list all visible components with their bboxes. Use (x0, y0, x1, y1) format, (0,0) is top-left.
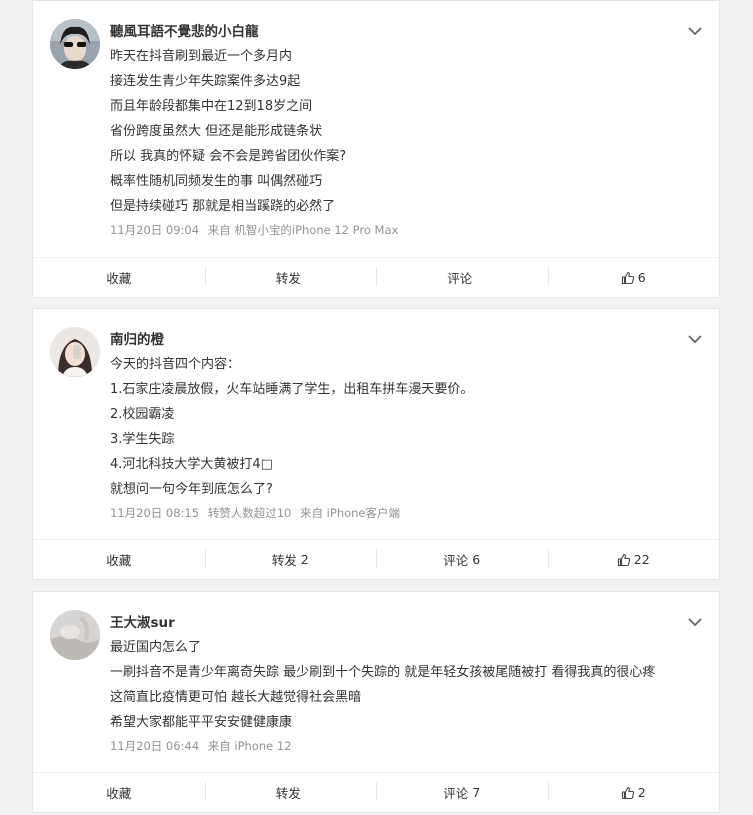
favorite-button[interactable]: 收藏 (33, 540, 205, 579)
avatar[interactable] (50, 19, 100, 69)
timestamp: 11月20日 09:04 (110, 223, 200, 237)
repost-button[interactable]: 转发 (204, 258, 377, 297)
comment-button[interactable]: 评论 7 (376, 773, 548, 812)
comment-meta: 11月20日 09:04 来自 机智小宝的iPhone 12 Pro Max (110, 222, 403, 238)
comment-text: 今天的抖音四个内容： 1.石家庄凌晨放假，火车站睡满了学生，出租车拼车漫天要价。… (110, 352, 709, 502)
user-name[interactable]: 王大淑sur (110, 611, 175, 631)
like-button[interactable]: 6 (547, 258, 720, 297)
comment-button[interactable]: 评论 6 (376, 540, 548, 579)
text-line: 接连发生青少年失踪案件多达9起 (110, 74, 301, 89)
text-line: 2.校园霸凌 (110, 407, 175, 422)
action-bar: 收藏 转发 评论 7 2 (33, 772, 719, 812)
like-count: 6 (637, 270, 646, 285)
avatar[interactable] (50, 610, 100, 660)
text-line: 省份跨度虽然大 但还是能形成链条状 (110, 124, 323, 139)
text-line: 所以 我真的怀疑 会不会是跨省团伙作案? (110, 149, 347, 164)
thumbs-up-icon (621, 786, 635, 800)
source: 来自 iPhone 12 (207, 739, 292, 753)
like-button[interactable]: 22 (547, 540, 720, 579)
chevron-down-icon[interactable] (687, 613, 703, 627)
source: 来自 iPhone客户端 (300, 506, 401, 520)
comment-body: 南归的橙 今天的抖音四个内容： 1.石家庄凌晨放假，火车站睡满了学生，出租车拼车… (33, 309, 719, 541)
like-button[interactable]: 2 (547, 773, 720, 812)
text-line: 1.石家庄凌晨放假，火车站睡满了学生，出租车拼车漫天要价。 (110, 382, 474, 397)
text-line: 一刷抖音不是青少年离奇失踪 最少刷到十个失踪的 就是年轻女孩被尾随被打 看得我真… (110, 665, 656, 680)
text-line: 而且年龄段都集中在12到18岁之间 (110, 99, 313, 114)
action-bar: 收藏 转发 2 评论 6 22 (33, 539, 719, 579)
comment-button[interactable]: 评论 (376, 258, 548, 297)
text-line: 就想问一句今年到底怎么了? (110, 482, 273, 497)
comment-feed: 聽風耳語不覺悲的小白龍 昨天在抖音刷到最近一个多月内 接连发生青少年失踪案件多达… (0, 0, 753, 815)
source: 来自 机智小宝的iPhone 12 Pro Max (207, 223, 399, 237)
comment-card: 聽風耳語不覺悲的小白龍 昨天在抖音刷到最近一个多月内 接连发生青少年失踪案件多达… (32, 0, 720, 298)
user-name[interactable]: 南归的橙 (110, 328, 164, 348)
timestamp: 11月20日 06:44 (110, 739, 200, 753)
comment-meta: 11月20日 08:15 转赞人数超过10 来自 iPhone客户端 (110, 505, 405, 521)
like-count: 2 (637, 785, 646, 800)
chevron-down-icon[interactable] (687, 22, 703, 36)
action-bar: 收藏 转发 评论 6 (33, 257, 719, 297)
comment-text: 最近国内怎么了 一刷抖音不是青少年离奇失踪 最少刷到十个失踪的 就是年轻女孩被尾… (110, 635, 709, 735)
text-line: 4.河北科技大学大黄被打4□ (110, 457, 273, 472)
text-line: 希望大家都能平平安安健健康康 (110, 715, 293, 730)
text-line: 但是持续碰巧 那就是相当蹊跷的必然了 (110, 199, 336, 214)
comment-card: 南归的橙 今天的抖音四个内容： 1.石家庄凌晨放假，火车站睡满了学生，出租车拼车… (32, 308, 720, 580)
repost-note: 转赞人数超过10 (207, 506, 292, 520)
like-count: 22 (633, 552, 650, 567)
text-line: 昨天在抖音刷到最近一个多月内 (110, 49, 293, 64)
comment-body: 王大淑sur 最近国内怎么了 一刷抖音不是青少年离奇失踪 最少刷到十个失踪的 就… (33, 592, 719, 774)
favorite-button[interactable]: 收藏 (33, 258, 205, 297)
thumbs-up-icon (621, 271, 635, 285)
text-line: 3.学生失踪 (110, 432, 175, 447)
favorite-button[interactable]: 收藏 (33, 773, 205, 812)
text-line: 今天的抖音四个内容： (110, 357, 241, 372)
text-line: 这简直比疫情更可怕 越长大越觉得社会黑暗 (110, 690, 362, 705)
comment-text: 昨天在抖音刷到最近一个多月内 接连发生青少年失踪案件多达9起 而且年龄段都集中在… (110, 44, 709, 219)
user-name[interactable]: 聽風耳語不覺悲的小白龍 (110, 20, 259, 40)
chevron-down-icon[interactable] (687, 330, 703, 344)
comment-card: 王大淑sur 最近国内怎么了 一刷抖音不是青少年离奇失踪 最少刷到十个失踪的 就… (32, 591, 720, 813)
comment-body: 聽風耳語不覺悲的小白龍 昨天在抖音刷到最近一个多月内 接连发生青少年失踪案件多达… (33, 1, 719, 259)
avatar[interactable] (50, 327, 100, 377)
text-line: 最近国内怎么了 (110, 640, 202, 655)
comment-meta: 11月20日 06:44 来自 iPhone 12 (110, 738, 297, 754)
timestamp: 11月20日 08:15 (110, 506, 200, 520)
text-line: 概率性随机同频发生的事 叫偶然碰巧 (110, 174, 323, 189)
thumbs-up-icon (617, 553, 631, 567)
repost-button[interactable]: 转发 (204, 773, 377, 812)
repost-button[interactable]: 转发 2 (204, 540, 377, 579)
